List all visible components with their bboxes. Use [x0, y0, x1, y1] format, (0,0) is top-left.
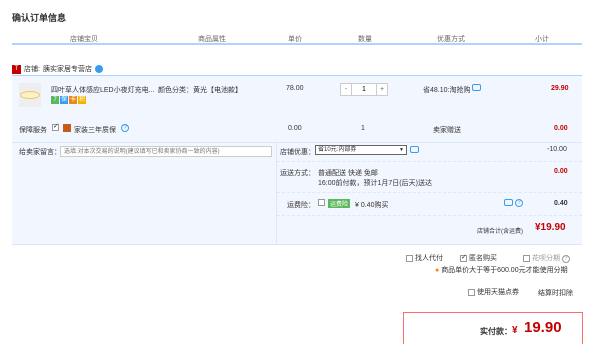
points-icon: 积	[78, 96, 86, 104]
huabei-label: 花呗分期	[531, 255, 560, 262]
comment-icon[interactable]	[504, 199, 513, 206]
insurance-price: ¥ 0.40购买	[355, 202, 389, 209]
col-header-subtotal: 小计	[535, 36, 549, 43]
help-icon[interactable]: ?	[121, 124, 129, 132]
table-header: 店铺宝贝 商品属性 单价 数量 优惠方式 小计	[12, 31, 582, 45]
quantity-stepper[interactable]: - +	[340, 83, 388, 96]
pay-amount: 19.90	[524, 319, 562, 336]
product-attribute: 颜色分类：黄光【电池款】	[158, 87, 242, 94]
message-label: 给卖家留言：	[19, 149, 61, 156]
col-header-discount: 优惠方式	[437, 36, 465, 43]
shop-discount-value: -10.00	[547, 146, 567, 153]
page-title: 确认订单信息	[12, 13, 67, 23]
delivery-value: 0.00	[554, 168, 568, 175]
shop-discount-label: 店铺优惠：	[280, 149, 315, 156]
proxy-pay-option[interactable]: 找人代付	[406, 253, 443, 263]
unit-price: 78.00	[286, 85, 304, 92]
col-header-item: 店铺宝贝	[70, 36, 98, 43]
product-badges: 7 保 卡 积	[51, 96, 86, 104]
insurance-label: 运费险：	[287, 202, 315, 209]
shop-row: T 店铺: 胰实家居专营店	[12, 64, 103, 74]
proxy-pay-label: 找人代付	[414, 255, 443, 262]
extras-divider	[276, 143, 277, 245]
service-name: 家装三年质保	[74, 127, 116, 134]
huabei-note: ● 商品单价大于等于600.00元才能使用分期	[435, 267, 568, 274]
product-thumbnail[interactable]	[19, 83, 41, 107]
insurance-checkbox[interactable]	[318, 199, 325, 206]
seller-message-input[interactable]	[60, 146, 272, 157]
divider	[277, 161, 582, 162]
service-subtotal: 0.00	[554, 125, 568, 132]
service-label: 保障服务	[19, 127, 47, 134]
comment-icon[interactable]	[410, 146, 419, 153]
service-checkbox[interactable]	[52, 122, 59, 131]
insurance-tag: 运费险	[328, 199, 351, 208]
product-name-link[interactable]: 四叶草人体感应LED小夜灯充电...	[51, 85, 154, 95]
pay-label: 实付款：	[480, 327, 512, 336]
insurance-value: 0.40	[554, 200, 568, 207]
discount-label: 省48.10:淘抢购	[423, 87, 471, 94]
wangwang-chat-icon[interactable]	[94, 65, 103, 73]
points-note: 结算时扣除	[538, 290, 573, 297]
shop-discount-select[interactable]: 省10元:内部券 ▼	[315, 145, 407, 155]
item-subtotal: 29.90	[551, 85, 569, 92]
service-method: 卖家赠送	[433, 127, 461, 134]
chevron-down-icon: ▼	[399, 147, 404, 153]
shop-name-link[interactable]: 胰实家居专营店	[43, 64, 92, 74]
shop-total-label: 店铺合计(含运费)	[477, 229, 523, 235]
seven-day-return-icon: 7	[51, 96, 59, 104]
col-header-qty: 数量	[358, 36, 372, 43]
help-icon[interactable]: ?	[515, 199, 523, 207]
service-icon	[63, 124, 71, 132]
huabei-option[interactable]: 花呗分期 ?	[523, 253, 570, 263]
comment-icon[interactable]	[472, 84, 481, 91]
warning-icon: ●	[435, 267, 440, 274]
tmall-shop-icon: T	[12, 64, 21, 74]
delivery-method: 普通配送 快递 免邮	[318, 170, 378, 177]
points-option[interactable]: 使用天猫点券	[468, 287, 519, 297]
anonymous-option[interactable]: 匿名购买	[460, 253, 497, 263]
qty-input[interactable]	[352, 84, 376, 95]
anonymous-label: 匿名购买	[468, 255, 497, 262]
delivery-eta: 16:00前付款，预计1月7日(后天)送达	[318, 180, 432, 187]
card-icon: 卡	[69, 96, 77, 104]
service-price: 0.00	[288, 125, 302, 132]
divider	[277, 192, 582, 193]
qty-increase-button[interactable]: +	[376, 84, 387, 95]
points-label: 使用天猫点券	[476, 289, 519, 296]
guarantee-icon: 保	[60, 96, 68, 104]
shop-total-value: ¥19.90	[535, 222, 566, 233]
pay-currency: ¥	[512, 325, 518, 336]
service-qty: 1	[361, 125, 365, 132]
qty-decrease-button[interactable]: -	[341, 84, 352, 95]
delivery-label: 运送方式：	[280, 170, 315, 177]
col-header-price: 单价	[288, 36, 302, 43]
divider	[277, 215, 582, 216]
shop-label: 店铺:	[24, 66, 40, 73]
shop-discount-selected: 省10元:内部券	[318, 147, 357, 153]
col-header-attr: 商品属性	[198, 36, 226, 43]
